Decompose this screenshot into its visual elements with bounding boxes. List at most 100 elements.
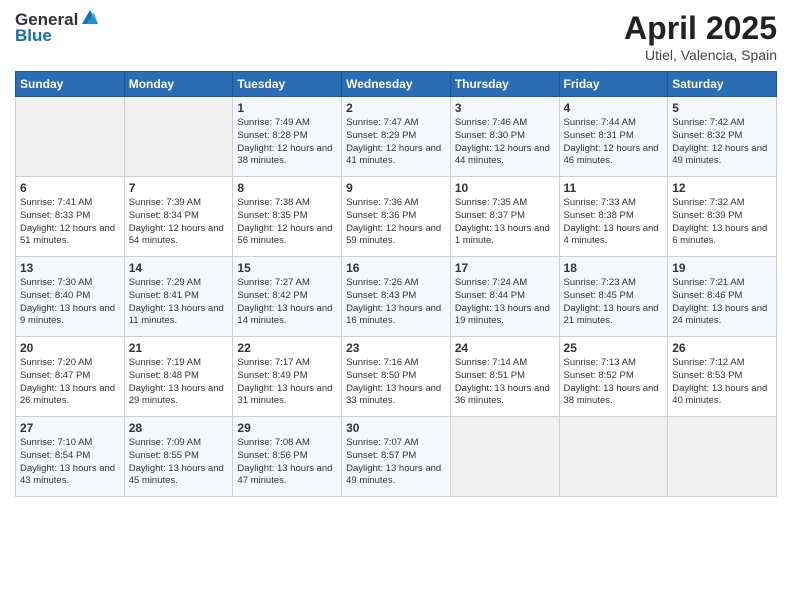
day-number: 15 (237, 261, 337, 275)
weekday-header-monday: Monday (124, 72, 233, 97)
calendar-cell: 30 Sunrise: 7:07 AM Sunset: 8:57 PM Dayli… (342, 417, 451, 497)
calendar-cell: 18 Sunrise: 7:23 AM Sunset: 8:45 PM Dayli… (559, 257, 668, 337)
day-info: Sunrise: 7:12 AM Sunset: 8:53 PM Dayligh… (672, 357, 772, 408)
day-number: 30 (346, 421, 446, 435)
weekday-header-tuesday: Tuesday (233, 72, 342, 97)
day-info: Sunrise: 7:36 AM Sunset: 8:36 PM Dayligh… (346, 197, 446, 248)
calendar-cell: 22 Sunrise: 7:17 AM Sunset: 8:49 PM Dayli… (233, 337, 342, 417)
day-number: 16 (346, 261, 446, 275)
day-info: Sunrise: 7:39 AM Sunset: 8:34 PM Dayligh… (129, 197, 229, 248)
day-number: 8 (237, 181, 337, 195)
calendar-cell: 14 Sunrise: 7:29 AM Sunset: 8:41 PM Dayli… (124, 257, 233, 337)
calendar-cell: 17Sunrise: 7:24 AM Sunset: 8:44 PM Dayli… (450, 257, 559, 337)
calendar-cell: 26 Sunrise: 7:12 AM Sunset: 8:53 PM Dayli… (668, 337, 777, 417)
day-number: 17 (455, 261, 555, 275)
calendar-cell (16, 97, 125, 177)
calendar-cell: 9 Sunrise: 7:36 AM Sunset: 8:36 PM Daylig… (342, 177, 451, 257)
logo-icon (80, 8, 100, 28)
day-info: Sunrise: 7:10 AM Sunset: 8:54 PM Dayligh… (20, 437, 120, 488)
calendar-cell: 25Sunrise: 7:13 AM Sunset: 8:52 PM Dayli… (559, 337, 668, 417)
day-info: Sunrise: 7:09 AM Sunset: 8:55 PM Dayligh… (129, 437, 229, 488)
day-info: Sunrise: 7:49 AM Sunset: 8:28 PM Dayligh… (237, 117, 337, 168)
day-info: Sunrise: 7:29 AM Sunset: 8:41 PM Dayligh… (129, 277, 229, 328)
day-number: 24 (455, 341, 555, 355)
calendar-location: Utiel, Valencia, Spain (624, 47, 777, 63)
day-info: Sunrise: 7:26 AM Sunset: 8:43 PM Dayligh… (346, 277, 446, 328)
day-info: Sunrise: 7:19 AM Sunset: 8:48 PM Dayligh… (129, 357, 229, 408)
calendar-cell (124, 97, 233, 177)
day-info: Sunrise: 7:32 AM Sunset: 8:39 PM Dayligh… (672, 197, 772, 248)
weekday-header-friday: Friday (559, 72, 668, 97)
day-number: 9 (346, 181, 446, 195)
day-number: 27 (20, 421, 120, 435)
calendar-cell: 2Sunrise: 7:47 AM Sunset: 8:29 PM Daylig… (342, 97, 451, 177)
day-info: Sunrise: 7:16 AM Sunset: 8:50 PM Dayligh… (346, 357, 446, 408)
calendar-cell: 5 Sunrise: 7:42 AM Sunset: 8:32 PM Daylig… (668, 97, 777, 177)
day-number: 25 (564, 341, 664, 355)
calendar-cell: 27 Sunrise: 7:10 AM Sunset: 8:54 PM Dayli… (16, 417, 125, 497)
calendar-cell: 8 Sunrise: 7:38 AM Sunset: 8:35 PM Daylig… (233, 177, 342, 257)
calendar-cell: 29Sunrise: 7:08 AM Sunset: 8:56 PM Dayli… (233, 417, 342, 497)
weekday-header-wednesday: Wednesday (342, 72, 451, 97)
day-number: 3 (455, 101, 555, 115)
weekday-header-row: SundayMondayTuesdayWednesdayThursdayFrid… (16, 72, 777, 97)
day-info: Sunrise: 7:27 AM Sunset: 8:42 PM Dayligh… (237, 277, 337, 328)
day-number: 21 (129, 341, 229, 355)
day-number: 18 (564, 261, 664, 275)
day-number: 20 (20, 341, 120, 355)
day-number: 5 (672, 101, 772, 115)
day-info: Sunrise: 7:46 AM Sunset: 8:30 PM Dayligh… (455, 117, 555, 168)
day-info: Sunrise: 7:21 AM Sunset: 8:46 PM Dayligh… (672, 277, 772, 328)
calendar-week-row: 1 Sunrise: 7:49 AM Sunset: 8:28 PM Daylig… (16, 97, 777, 177)
day-number: 11 (564, 181, 664, 195)
calendar-cell: 7 Sunrise: 7:39 AM Sunset: 8:34 PM Daylig… (124, 177, 233, 257)
calendar-cell: 16 Sunrise: 7:26 AM Sunset: 8:43 PM Dayli… (342, 257, 451, 337)
day-number: 29 (237, 421, 337, 435)
page: General Blue April 2025 Utiel, Valencia,… (0, 0, 792, 612)
day-number: 26 (672, 341, 772, 355)
calendar-cell (450, 417, 559, 497)
day-info: Sunrise: 7:38 AM Sunset: 8:35 PM Dayligh… (237, 197, 337, 248)
calendar-cell: 4 Sunrise: 7:44 AM Sunset: 8:31 PM Daylig… (559, 97, 668, 177)
calendar-cell: 3 Sunrise: 7:46 AM Sunset: 8:30 PM Daylig… (450, 97, 559, 177)
header: General Blue April 2025 Utiel, Valencia,… (15, 10, 777, 63)
day-info: Sunrise: 7:07 AM Sunset: 8:57 PM Dayligh… (346, 437, 446, 488)
calendar-cell (668, 417, 777, 497)
calendar-cell: 20 Sunrise: 7:20 AM Sunset: 8:47 PM Dayli… (16, 337, 125, 417)
day-info: Sunrise: 7:20 AM Sunset: 8:47 PM Dayligh… (20, 357, 120, 408)
calendar-title: April 2025 (624, 10, 777, 47)
day-info: Sunrise: 7:30 AM Sunset: 8:40 PM Dayligh… (20, 277, 120, 328)
calendar-cell (559, 417, 668, 497)
day-number: 2 (346, 101, 446, 115)
day-info: Sunrise: 7:44 AM Sunset: 8:31 PM Dayligh… (564, 117, 664, 168)
weekday-header-saturday: Saturday (668, 72, 777, 97)
day-info: Sunrise: 7:14 AM Sunset: 8:51 PM Dayligh… (455, 357, 555, 408)
day-number: 14 (129, 261, 229, 275)
day-number: 4 (564, 101, 664, 115)
day-number: 13 (20, 261, 120, 275)
day-info: Sunrise: 7:42 AM Sunset: 8:32 PM Dayligh… (672, 117, 772, 168)
calendar-table: SundayMondayTuesdayWednesdayThursdayFrid… (15, 71, 777, 497)
day-info: Sunrise: 7:35 AM Sunset: 8:37 PM Dayligh… (455, 197, 555, 248)
day-number: 1 (237, 101, 337, 115)
calendar-cell: 19 Sunrise: 7:21 AM Sunset: 8:46 PM Dayli… (668, 257, 777, 337)
calendar-cell: 6Sunrise: 7:41 AM Sunset: 8:33 PM Daylig… (16, 177, 125, 257)
calendar-week-row: 6Sunrise: 7:41 AM Sunset: 8:33 PM Daylig… (16, 177, 777, 257)
day-number: 19 (672, 261, 772, 275)
title-block: April 2025 Utiel, Valencia, Spain (624, 10, 777, 63)
day-number: 7 (129, 181, 229, 195)
calendar-cell: 15 Sunrise: 7:27 AM Sunset: 8:42 PM Dayli… (233, 257, 342, 337)
day-number: 22 (237, 341, 337, 355)
weekday-header-thursday: Thursday (450, 72, 559, 97)
calendar-week-row: 20 Sunrise: 7:20 AM Sunset: 8:47 PM Dayli… (16, 337, 777, 417)
day-number: 28 (129, 421, 229, 435)
day-info: Sunrise: 7:23 AM Sunset: 8:45 PM Dayligh… (564, 277, 664, 328)
calendar-cell: 10Sunrise: 7:35 AM Sunset: 8:37 PM Dayli… (450, 177, 559, 257)
calendar-week-row: 27 Sunrise: 7:10 AM Sunset: 8:54 PM Dayli… (16, 417, 777, 497)
day-info: Sunrise: 7:41 AM Sunset: 8:33 PM Dayligh… (20, 197, 120, 248)
day-number: 23 (346, 341, 446, 355)
day-number: 12 (672, 181, 772, 195)
day-info: Sunrise: 7:17 AM Sunset: 8:49 PM Dayligh… (237, 357, 337, 408)
calendar-cell: 21 Sunrise: 7:19 AM Sunset: 8:48 PM Dayli… (124, 337, 233, 417)
calendar-cell: 1 Sunrise: 7:49 AM Sunset: 8:28 PM Daylig… (233, 97, 342, 177)
